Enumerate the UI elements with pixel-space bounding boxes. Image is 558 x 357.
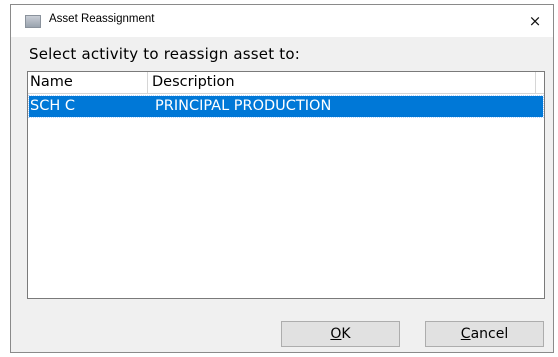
cancel-mnemonic: C: [460, 326, 471, 342]
row-description-cell: PRINCIPAL PRODUCTION: [155, 98, 332, 114]
ok-button[interactable]: OK: [281, 321, 400, 347]
list-header: Name Description: [28, 72, 544, 94]
row-name-cell: SCH C: [30, 98, 75, 114]
asset-reassignment-dialog: Asset Reassignment × Select activity to …: [10, 4, 554, 353]
cancel-button[interactable]: Cancel: [425, 321, 544, 347]
prompt-label: Select activity to reassign asset to:: [29, 45, 300, 63]
cancel-label-rest: ancel: [470, 326, 509, 342]
column-header-description[interactable]: Description: [148, 72, 536, 93]
app-icon: [25, 15, 41, 28]
column-header-name[interactable]: Name: [28, 72, 148, 93]
close-button[interactable]: ×: [517, 5, 553, 37]
activity-list[interactable]: Name Description SCH C PRINCIPAL PRODUCT…: [27, 71, 545, 299]
list-body: SCH C PRINCIPAL PRODUCTION: [28, 95, 544, 118]
ok-label-rest: K: [341, 326, 351, 342]
ok-mnemonic: O: [330, 326, 342, 342]
title-bar[interactable]: Asset Reassignment ×: [11, 5, 553, 37]
window-title: Asset Reassignment: [49, 13, 155, 25]
list-row-selected[interactable]: SCH C PRINCIPAL PRODUCTION: [28, 95, 544, 118]
